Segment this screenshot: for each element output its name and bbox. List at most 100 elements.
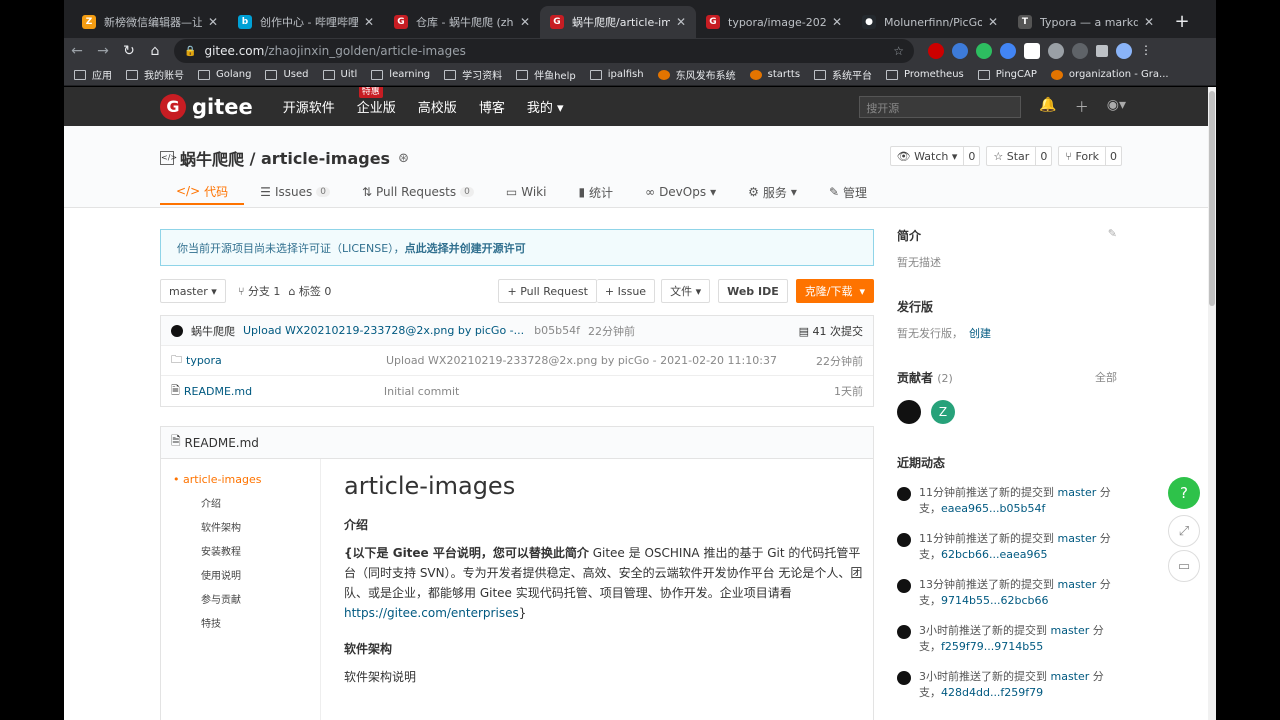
toc-item[interactable]: 安装教程 bbox=[201, 543, 308, 558]
extension-icon[interactable] bbox=[1072, 43, 1088, 59]
readme-link[interactable]: https://gitee.com/enterprises bbox=[344, 606, 519, 620]
nav-enterprise[interactable]: 企业版 特惠 bbox=[357, 87, 396, 116]
close-icon[interactable]: ✕ bbox=[208, 15, 218, 29]
browser-tab[interactable]: Z 新榜微信编辑器—让你 ✕ bbox=[72, 6, 228, 38]
repo-tab[interactable]: ▮ 统计 bbox=[562, 179, 629, 205]
menu-dots-icon[interactable]: ⋮ bbox=[1140, 43, 1152, 59]
activity-branch[interactable]: master bbox=[1051, 670, 1090, 683]
file-row[interactable]: 🗎 README.md Initial commit 1天前 bbox=[161, 376, 873, 406]
close-icon[interactable]: ✕ bbox=[676, 15, 686, 29]
extension-icon[interactable] bbox=[952, 43, 968, 59]
contributor-avatar[interactable]: Z bbox=[931, 400, 955, 424]
bookmark-item[interactable]: ipalfish bbox=[589, 69, 644, 80]
create-release-link[interactable]: 创建 bbox=[969, 327, 991, 340]
branches-link[interactable]: ⑂ 分支 1 bbox=[238, 283, 281, 299]
bookmark-item[interactable]: PingCAP bbox=[977, 69, 1037, 80]
bookmark-item[interactable]: Uitl bbox=[322, 69, 357, 80]
scrollbar-thumb[interactable] bbox=[1209, 91, 1215, 306]
file-name[interactable]: typora bbox=[186, 354, 386, 367]
scrollbar[interactable] bbox=[1208, 87, 1216, 720]
bookmark-item[interactable]: 我的账号 bbox=[126, 67, 184, 82]
activity-range[interactable]: 428d4dd...f259f79 bbox=[941, 686, 1043, 699]
nav-mine[interactable]: 我的 ▾ bbox=[527, 97, 564, 116]
commit-hash[interactable]: b05b54f bbox=[534, 324, 580, 337]
bookmark-item[interactable]: 东风发布系统 bbox=[657, 67, 736, 82]
tags-link[interactable]: ⌂ 标签 0 bbox=[288, 283, 331, 299]
watch-button[interactable]: 👁 Watch ▾ 0 bbox=[889, 146, 981, 166]
browser-tab[interactable]: ● Molunerfinn/PicGo: A ✕ bbox=[852, 6, 1008, 38]
bookmark-star-icon[interactable]: ☆ bbox=[893, 44, 904, 58]
bookmark-item[interactable]: Golang bbox=[198, 69, 251, 80]
bookmark-item[interactable]: learning bbox=[371, 69, 430, 80]
close-icon[interactable]: ✕ bbox=[1144, 15, 1154, 29]
gitee-logo[interactable]: Ggitee bbox=[160, 93, 253, 120]
file-commit-message[interactable]: Initial commit bbox=[384, 385, 460, 398]
close-icon[interactable]: ✕ bbox=[520, 15, 530, 29]
activity-range[interactable]: f259f79...9714b55 bbox=[941, 640, 1043, 653]
license-link[interactable]: 点此选择并创建开源许可 bbox=[405, 240, 526, 256]
activity-branch[interactable]: master bbox=[1051, 624, 1090, 637]
repo-tab[interactable]: ∞ DevOps ▾ bbox=[629, 179, 732, 205]
reload-icon[interactable]: ↻ bbox=[116, 43, 142, 59]
web-ide-button[interactable]: Web IDE bbox=[718, 279, 788, 303]
back-icon[interactable]: ← bbox=[64, 43, 90, 59]
activity-range[interactable]: eaea965...b05b54f bbox=[941, 502, 1045, 515]
commit-author[interactable]: 蜗牛爬爬 bbox=[191, 323, 235, 339]
adblock-icon[interactable] bbox=[928, 43, 944, 59]
user-avatar[interactable]: ◉▾ bbox=[1107, 97, 1126, 117]
close-icon[interactable]: ✕ bbox=[832, 15, 842, 29]
close-icon[interactable]: ✕ bbox=[988, 15, 998, 29]
address-bar[interactable]: 🔒 gitee.com/zhaojinxin_golden/article-im… bbox=[174, 39, 914, 63]
toc-item[interactable]: 介绍 bbox=[201, 495, 308, 510]
new-issue-button[interactable]: + Issue bbox=[596, 279, 656, 303]
bookmark-item[interactable]: 学习资料 bbox=[444, 67, 502, 82]
profile-avatar[interactable] bbox=[1116, 43, 1132, 59]
browser-tab[interactable]: b 创作中心 - 哔哩哔哩弹 ✕ bbox=[228, 6, 384, 38]
new-pull-request-button[interactable]: + Pull Request bbox=[498, 279, 597, 303]
extension-icon[interactable] bbox=[1024, 43, 1040, 59]
new-tab-button[interactable]: + bbox=[1164, 6, 1200, 38]
bookmark-item[interactable]: Used bbox=[265, 69, 309, 80]
repo-tab[interactable]: ⚙ 服务 ▾ bbox=[732, 179, 813, 205]
repo-tab[interactable]: ☰ Issues 0 bbox=[244, 179, 346, 205]
extensions-puzzle-icon[interactable] bbox=[1096, 45, 1108, 57]
toc-item[interactable]: 特技 bbox=[201, 615, 308, 630]
create-plus-icon[interactable]: ＋ bbox=[1075, 97, 1089, 117]
repo-tab[interactable]: ⇅ Pull Requests 0 bbox=[346, 179, 490, 205]
commit-message[interactable]: Upload WX20210219-233728@2x.png by picGo… bbox=[243, 324, 524, 337]
edit-icon[interactable]: ✎ bbox=[1108, 227, 1117, 258]
activity-branch[interactable]: master bbox=[1058, 486, 1097, 499]
commit-count-link[interactable]: ▤ 41 次提交 bbox=[799, 323, 863, 339]
repo-tab[interactable]: ▭ Wiki bbox=[490, 179, 563, 205]
star-button[interactable]: ☆ Star 0 bbox=[986, 146, 1053, 166]
nav-education[interactable]: 高校版 bbox=[418, 97, 457, 116]
toc-item[interactable]: 使用说明 bbox=[201, 567, 308, 582]
toc-item[interactable]: 参与贡献 bbox=[201, 591, 308, 606]
repo-name[interactable]: article-images bbox=[261, 149, 390, 168]
gitee-search-input[interactable]: 搜开源 bbox=[859, 95, 1022, 118]
toc-item[interactable]: • article-images bbox=[173, 473, 308, 486]
home-icon[interactable]: ⌂ bbox=[142, 43, 168, 59]
bookmark-item[interactable]: Prometheus bbox=[886, 69, 964, 80]
help-button[interactable]: ? bbox=[1168, 477, 1200, 509]
extension-icon[interactable] bbox=[1000, 43, 1016, 59]
activity-range[interactable]: 9714b55...62bcb66 bbox=[941, 594, 1048, 607]
activity-branch[interactable]: master bbox=[1058, 578, 1097, 591]
repo-owner[interactable]: 蜗牛爬爬 bbox=[180, 146, 244, 170]
repo-tab[interactable]: ✎ 管理 bbox=[813, 179, 883, 205]
repo-tab[interactable]: </> 代码 bbox=[160, 179, 245, 205]
extension-icon[interactable] bbox=[1048, 43, 1064, 59]
feedback-icon[interactable]: ▭ bbox=[1168, 550, 1200, 582]
file-row[interactable]: 🗀 typora Upload WX20210219-233728@2x.png… bbox=[161, 346, 873, 376]
activity-branch[interactable]: master bbox=[1058, 532, 1097, 545]
file-menu-button[interactable]: 文件 ▾ bbox=[661, 279, 711, 303]
contributors-all-link[interactable]: 全部 bbox=[1095, 369, 1117, 400]
bookmark-item[interactable]: organization - Gra... bbox=[1050, 69, 1169, 80]
browser-tab[interactable]: G 仓库 - 蜗牛爬爬 (zhaoj ✕ bbox=[384, 6, 540, 38]
branch-select[interactable]: master ▾ bbox=[160, 279, 226, 303]
nav-blog[interactable]: 博客 bbox=[479, 97, 505, 116]
browser-tab[interactable]: Gtypora/image-202102 ✕ bbox=[696, 6, 852, 38]
nav-opensource[interactable]: 开源软件 bbox=[283, 97, 335, 116]
bookmark-item[interactable]: 伴鱼help bbox=[516, 67, 576, 82]
close-icon[interactable]: ✕ bbox=[364, 15, 374, 29]
